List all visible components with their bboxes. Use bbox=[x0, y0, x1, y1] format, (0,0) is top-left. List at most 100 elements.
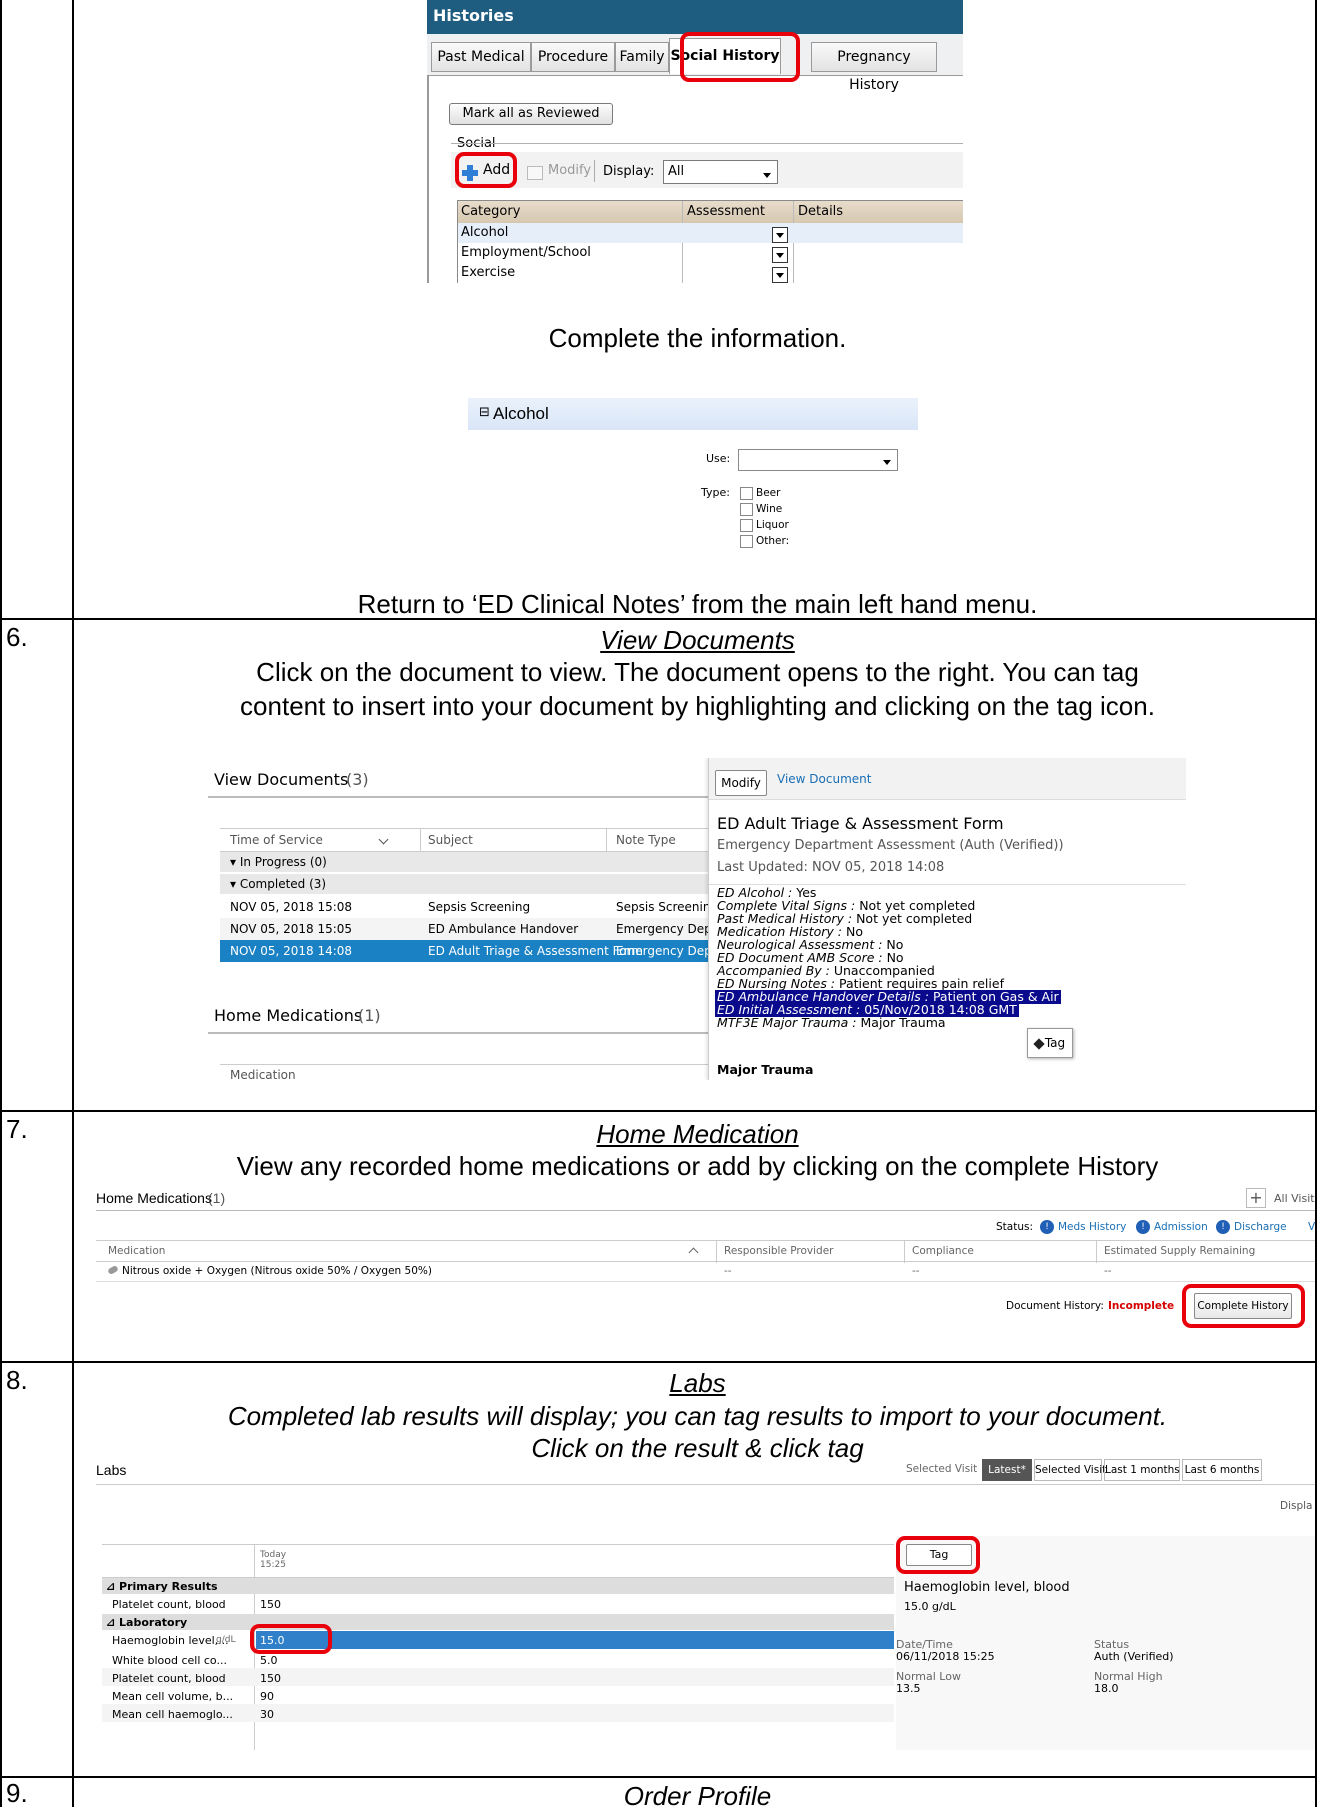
labs-desc-2: Click on the result & click tag bbox=[531, 1433, 864, 1463]
view-docs-desc-2: content to insert into your document by … bbox=[240, 691, 1155, 721]
col-time-of-service[interactable]: Time of Service bbox=[230, 833, 323, 847]
toolbar-separator bbox=[594, 160, 595, 182]
view-docs-title: View Documents bbox=[214, 770, 349, 789]
pill-icon bbox=[107, 1264, 119, 1276]
home-medications-screenshot: Home Medications (1) + All Visit Status:… bbox=[96, 1160, 1315, 1332]
doc-history-status: Incomplete bbox=[1108, 1300, 1175, 1312]
home-med-title: Home Medications bbox=[214, 1006, 363, 1025]
doc-subtitle: Emergency Department Assessment (Auth (V… bbox=[717, 838, 1064, 853]
alcohol-header-label: Alcohol bbox=[493, 404, 549, 423]
use-select[interactable] bbox=[738, 449, 898, 471]
option-wine: Wine bbox=[756, 503, 783, 515]
checkbox-wine[interactable] bbox=[740, 503, 753, 516]
type-label: Type: bbox=[701, 486, 730, 499]
detail-low: 13.5 bbox=[896, 1682, 921, 1695]
detail-name: Haemoglobin level, blood bbox=[904, 1580, 1070, 1595]
display-label: Display: bbox=[603, 164, 655, 179]
content-frame bbox=[427, 76, 429, 283]
option-liquor: Liquor bbox=[756, 519, 789, 531]
labs-grid: Today 15:25 ⊿ Primary Results Platelet c… bbox=[102, 1544, 894, 1750]
detail-dt: 06/11/2018 15:25 bbox=[896, 1650, 995, 1663]
checkbox-beer[interactable] bbox=[740, 487, 753, 500]
modify-button[interactable]: Modify bbox=[548, 163, 591, 178]
meds-history-link[interactable]: Meds History bbox=[1058, 1221, 1126, 1233]
display-select[interactable]: All bbox=[663, 160, 778, 184]
row-employment[interactable]: Employment/School bbox=[461, 245, 591, 260]
step-title-labs: Labs bbox=[669, 1368, 726, 1398]
table-border-left bbox=[0, 0, 2, 1807]
doc-history-label: Document History: bbox=[1006, 1300, 1104, 1312]
option-beer: Beer bbox=[756, 487, 781, 499]
discharge-link[interactable]: Discharge bbox=[1234, 1221, 1287, 1233]
modify-button[interactable]: Modify bbox=[715, 770, 767, 796]
medication-row[interactable]: Nitrous oxide + Oxygen (Nitrous oxide 50… bbox=[96, 1262, 1315, 1282]
histories-screenshot: Histories Past Medical Procedure Family … bbox=[427, 0, 963, 283]
detail-status: Auth (Verified) bbox=[1094, 1650, 1174, 1663]
col-subject[interactable]: Subject bbox=[428, 833, 473, 847]
col-note-type[interactable]: Note Type bbox=[616, 833, 676, 847]
section-primary-results[interactable]: ⊿ Primary Results bbox=[106, 1580, 218, 1593]
selected-cell[interactable] bbox=[256, 1631, 894, 1649]
highlight-social-history bbox=[680, 32, 800, 82]
admission-link[interactable]: Admission bbox=[1154, 1221, 1208, 1233]
view-documents-screenshot: View Documents (3) Time of Service Subje… bbox=[208, 758, 1186, 1080]
checkbox-liquor[interactable] bbox=[740, 519, 753, 532]
mark-reviewed-button[interactable]: Mark all as Reviewed bbox=[449, 103, 613, 125]
collapse-icon[interactable]: ⊟ bbox=[479, 405, 490, 420]
step-title-home-medication: Home Medication bbox=[596, 1119, 799, 1149]
document-viewer: Modify View Document ED Adult Triage & A… bbox=[708, 758, 1186, 1080]
result-row[interactable]: White blood cell co... bbox=[112, 1654, 227, 1667]
labs-desc-1: Completed lab results will display; you … bbox=[227, 1401, 1168, 1431]
result-row[interactable]: Platelet count, blood bbox=[112, 1598, 226, 1611]
highlight-tag bbox=[896, 1536, 980, 1574]
col-category: Category bbox=[461, 204, 521, 219]
tag-icon bbox=[1033, 1037, 1045, 1050]
detail-high: 18.0 bbox=[1094, 1682, 1119, 1695]
complete-info-text: Complete the information. bbox=[548, 323, 847, 353]
add-icon[interactable]: + bbox=[1246, 1188, 1266, 1208]
row-exercise[interactable]: Exercise bbox=[461, 265, 515, 280]
sort-up-icon[interactable] bbox=[688, 1247, 699, 1258]
modify-pencil-icon bbox=[527, 166, 543, 180]
labs-panel-title: Labs bbox=[96, 1462, 127, 1478]
result-row[interactable]: Mean cell volume, b... bbox=[112, 1690, 233, 1703]
home-med-panel-count: (1) bbox=[208, 1190, 226, 1206]
view-docs-desc-1: Click on the document to view. The docum… bbox=[256, 657, 1139, 687]
assessment-dropdown-employment[interactable] bbox=[772, 247, 788, 263]
all-visits-link[interactable]: All Visit bbox=[1274, 1192, 1315, 1205]
assessment-dropdown-alcohol[interactable] bbox=[772, 227, 788, 243]
result-row[interactable]: Platelet count, blood bbox=[112, 1672, 226, 1685]
instruction-document: Histories Past Medical Procedure Family … bbox=[0, 0, 1317, 1807]
result-row-selected[interactable]: Haemoglobin level,... bbox=[112, 1634, 229, 1647]
use-label: Use: bbox=[706, 452, 731, 465]
row-alcohol[interactable]: Alcohol bbox=[461, 225, 508, 240]
result-row[interactable]: Mean cell haemoglo... bbox=[112, 1708, 233, 1721]
step-number-9: 9. bbox=[6, 1778, 28, 1807]
tab-pregnancy-history[interactable]: Pregnancy History bbox=[811, 42, 937, 93]
section-laboratory[interactable]: ⊿ Laboratory bbox=[106, 1616, 187, 1629]
return-text: Return to ‘ED Clinical Notes’ from the m… bbox=[357, 589, 1038, 619]
home-med-grid-header: Medication Responsible Provider Complian… bbox=[96, 1240, 1315, 1263]
tag-button[interactable]: Tag bbox=[1027, 1028, 1073, 1058]
assessment-dropdown-exercise[interactable] bbox=[772, 267, 788, 283]
highlight-add bbox=[455, 152, 517, 188]
tab-procedure[interactable]: Procedure bbox=[531, 42, 615, 72]
chevron-down-icon[interactable] bbox=[378, 834, 389, 845]
display-select-value: All bbox=[668, 164, 685, 179]
lab-detail-panel: Tag Haemoglobin level, blood 15.0 g/dL D… bbox=[896, 1536, 1315, 1750]
highlight-result bbox=[250, 1624, 332, 1654]
tab-past-medical[interactable]: Past Medical bbox=[431, 42, 531, 72]
chevron-down-icon bbox=[883, 460, 891, 465]
checkbox-other[interactable] bbox=[740, 535, 753, 548]
home-med-panel-title: Home Medications bbox=[96, 1190, 212, 1206]
tab-family[interactable]: Family bbox=[615, 42, 669, 72]
info-icon: ! bbox=[1136, 1220, 1150, 1234]
detail-value: 15.0 g/dL bbox=[904, 1600, 956, 1613]
home-med-desc: View any recorded home medications or ad… bbox=[236, 1151, 1159, 1181]
col-assessment: Assessment bbox=[687, 204, 765, 219]
view-document-link[interactable]: View Document bbox=[777, 772, 871, 786]
doc-updated: Last Updated: NOV 05, 2018 14:08 bbox=[717, 860, 945, 875]
alcohol-form-screenshot: ⊟ Alcohol Use: Type: Beer Wine Liquor Ot… bbox=[468, 398, 918, 568]
col-time: 15:25 bbox=[260, 1560, 286, 1570]
row-divider-7 bbox=[0, 1110, 1317, 1112]
